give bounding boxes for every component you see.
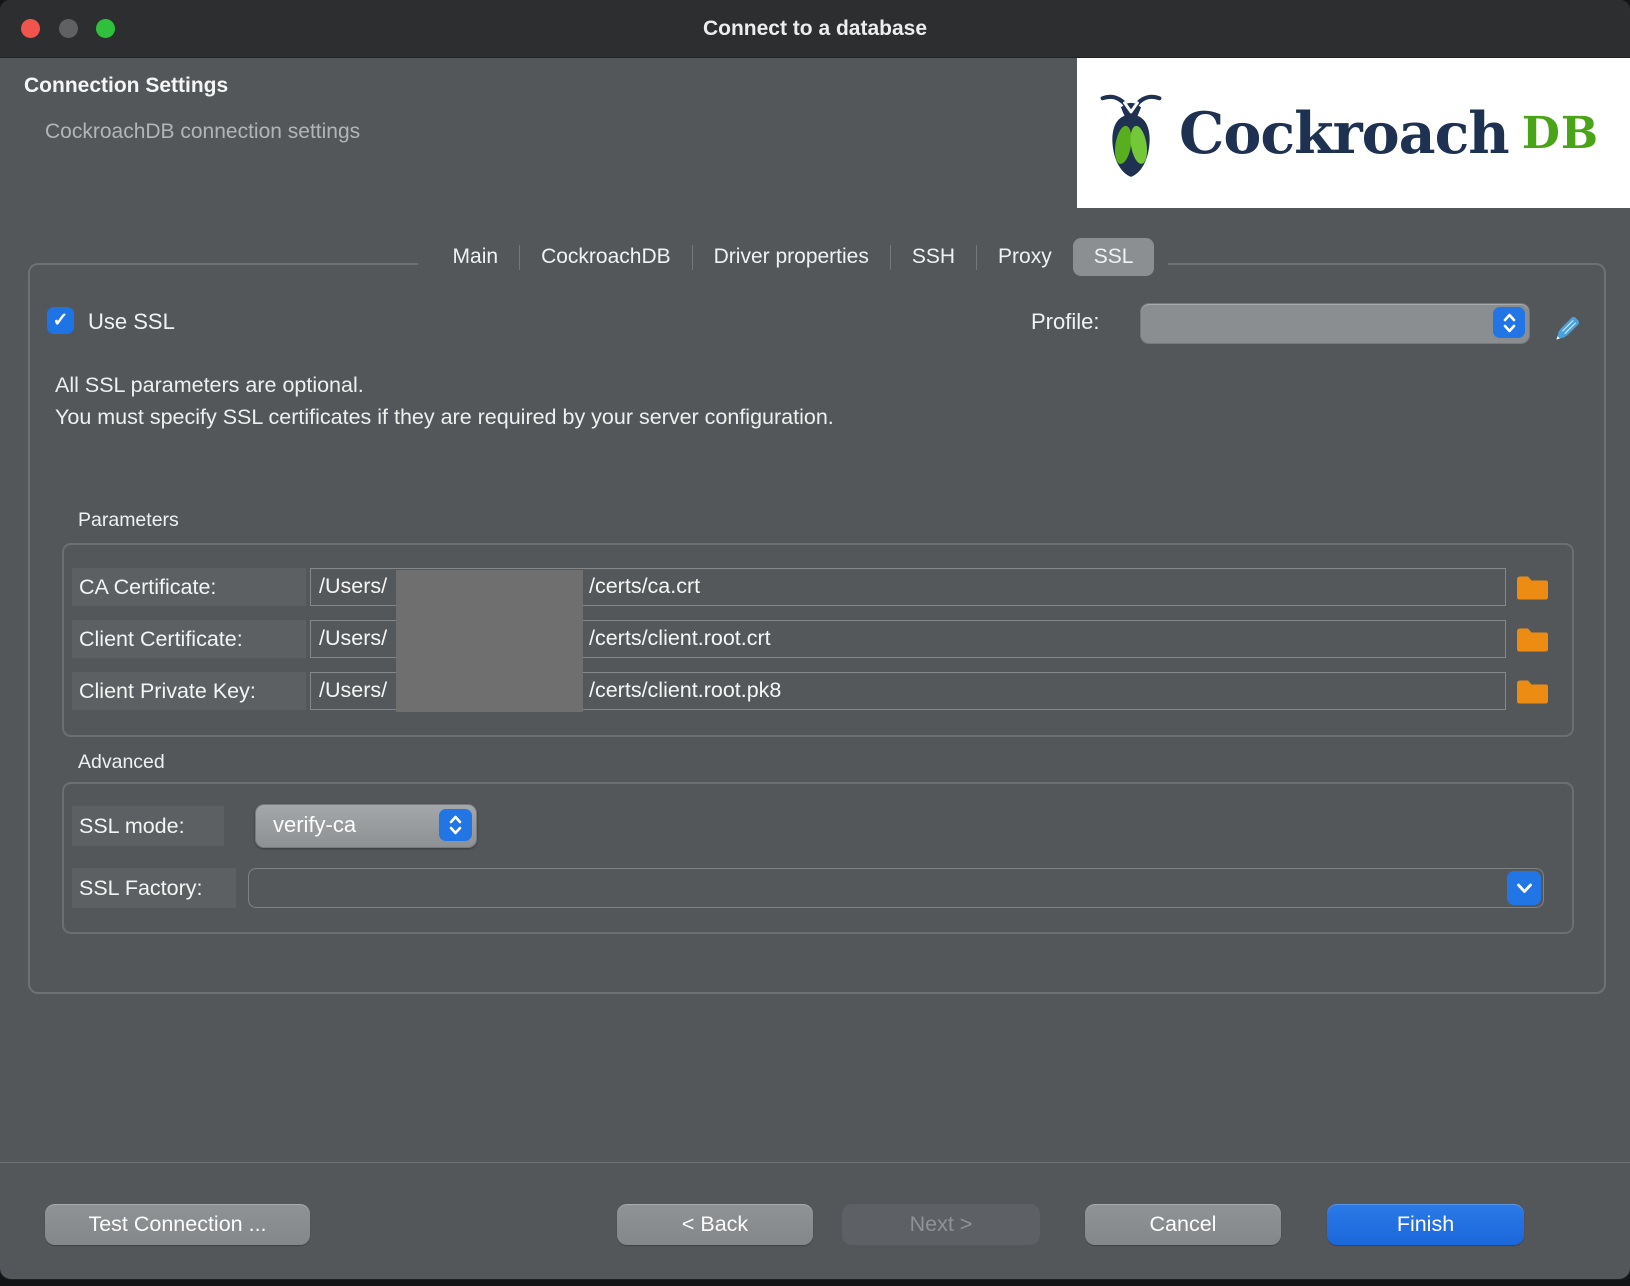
ssl-factory-label: SSL Factory: — [79, 868, 202, 908]
finish-button[interactable]: Finish — [1327, 1204, 1524, 1245]
back-button[interactable]: < Back — [617, 1204, 813, 1245]
edit-profile-pencil-icon[interactable] — [1549, 313, 1583, 347]
ssl-factory-combo[interactable] — [248, 868, 1544, 908]
logo-wordmark: Cockroach — [1179, 100, 1509, 167]
path-suffix: /certs/client.root.pk8 — [589, 678, 781, 703]
profile-dropdown[interactable] — [1140, 303, 1530, 344]
tab-main[interactable]: Main — [432, 238, 520, 276]
client-certificate-label: Client Certificate: — [79, 620, 305, 658]
cockroach-bug-icon — [1099, 86, 1163, 180]
window-title: Connect to a database — [0, 0, 1630, 57]
ssl-mode-value: verify-ca — [273, 812, 356, 838]
client-certificate-folder-icon[interactable] — [1515, 625, 1549, 654]
client-private-key-folder-icon[interactable] — [1515, 677, 1549, 706]
path-prefix: /Users/ — [319, 678, 387, 703]
ssl-info-line1: All SSL parameters are optional. — [55, 369, 834, 401]
path-prefix: /Users/ — [319, 574, 387, 599]
up-down-stepper-icon — [1493, 307, 1525, 338]
ssl-mode-dropdown[interactable]: verify-ca — [255, 804, 477, 848]
ca-certificate-folder-icon[interactable] — [1515, 573, 1549, 602]
path-suffix: /certs/ca.crt — [589, 574, 700, 599]
ssl-info-line2: You must specify SSL certificates if the… — [55, 401, 834, 433]
next-button: Next > — [842, 1204, 1040, 1245]
ssl-mode-label: SSL mode: — [79, 806, 185, 846]
page-subtitle: CockroachDB connection settings — [45, 120, 360, 144]
ca-certificate-label: CA Certificate: — [79, 568, 305, 606]
path-prefix: /Users/ — [319, 626, 387, 651]
advanced-group-label: Advanced — [78, 751, 165, 774]
title-bar: Connect to a database — [0, 0, 1630, 58]
profile-label: Profile: — [1031, 309, 1099, 335]
cockroachdb-logo: Cockroach DB — [1077, 58, 1630, 208]
connect-dialog-window: Connect to a database Connection Setting… — [0, 0, 1630, 1279]
use-ssl-checkbox[interactable]: ✓ — [47, 307, 74, 334]
ssl-info-text: All SSL parameters are optional. You mus… — [55, 369, 834, 433]
page-title: Connection Settings — [24, 74, 228, 98]
logo-db-suffix: DB — [1522, 108, 1599, 159]
up-down-stepper-icon — [439, 809, 472, 841]
test-connection-button[interactable]: Test Connection ... — [45, 1204, 310, 1245]
tab-driver-properties[interactable]: Driver properties — [693, 238, 890, 276]
tab-ssl[interactable]: SSL — [1073, 238, 1155, 276]
connection-tabs: Main CockroachDB Driver properties SSH P… — [0, 234, 1608, 280]
tab-ssh[interactable]: SSH — [891, 238, 976, 276]
chevron-down-icon[interactable] — [1507, 871, 1541, 905]
parameters-group-label: Parameters — [78, 509, 179, 532]
redacted-username-overlay — [396, 570, 583, 712]
path-suffix: /certs/client.root.crt — [589, 626, 771, 651]
tab-cockroachdb[interactable]: CockroachDB — [520, 238, 692, 276]
cancel-button[interactable]: Cancel — [1085, 1204, 1281, 1245]
client-private-key-label: Client Private Key: — [79, 672, 305, 710]
use-ssl-label: Use SSL — [88, 309, 175, 335]
footer-divider — [0, 1162, 1630, 1163]
tab-proxy[interactable]: Proxy — [977, 238, 1073, 276]
